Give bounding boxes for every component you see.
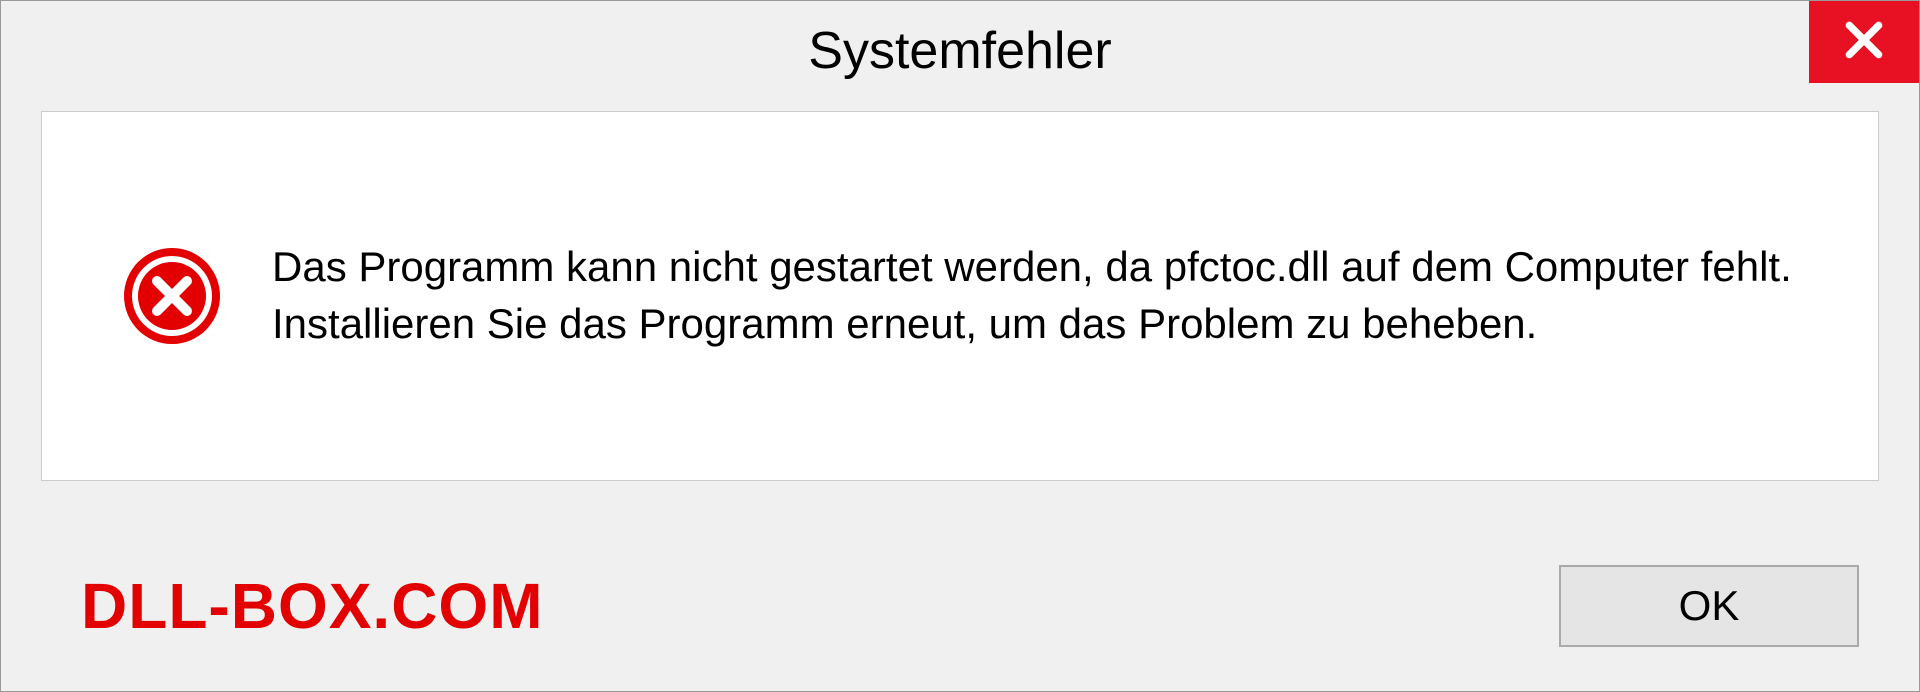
error-dialog: Systemfehler Das Programm kann nicht ges… (0, 0, 1920, 692)
watermark-text: DLL-BOX.COM (81, 569, 544, 643)
error-message: Das Programm kann nicht gestartet werden… (272, 239, 1818, 352)
titlebar: Systemfehler (1, 1, 1919, 101)
content-panel: Das Programm kann nicht gestartet werden… (41, 111, 1879, 481)
ok-button[interactable]: OK (1559, 565, 1859, 647)
close-icon (1842, 18, 1886, 67)
dialog-title: Systemfehler (808, 21, 1111, 81)
close-button[interactable] (1809, 1, 1919, 83)
dialog-footer: DLL-BOX.COM OK (1, 521, 1919, 691)
error-icon (122, 246, 222, 346)
